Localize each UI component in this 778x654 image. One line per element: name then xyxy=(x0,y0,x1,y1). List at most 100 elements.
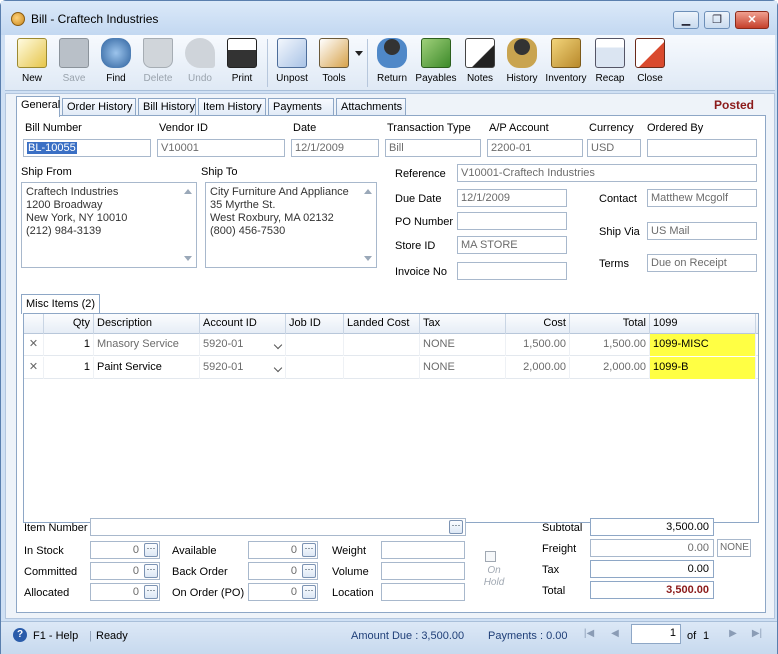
column-header-qty[interactable]: Qty xyxy=(44,314,94,334)
date-field[interactable]: 12/1/2009 xyxy=(291,139,379,157)
vendor-id-label: Vendor ID xyxy=(159,122,208,134)
total-cell[interactable]: 2,000.00 xyxy=(570,357,650,379)
ordered-by-label: Ordered By xyxy=(647,122,704,134)
tools-button[interactable]: Tools xyxy=(311,35,357,91)
column-header-description[interactable]: Description xyxy=(94,314,200,334)
item-number-field[interactable] xyxy=(90,518,466,536)
delete-row-icon[interactable]: ✕ xyxy=(24,357,44,379)
column-header-account-id[interactable]: Account ID xyxy=(200,314,286,334)
description-cell[interactable]: Mnasory Service xyxy=(94,334,200,356)
item-number-lookup-button[interactable]: ⋯ xyxy=(449,520,463,534)
help-icon[interactable]: ? xyxy=(13,628,27,642)
print-button[interactable]: Print xyxy=(219,35,265,91)
table-row[interactable]: ✕ 1 Paint Service 5920-01 NONE 2,000.00 … xyxy=(24,357,758,379)
available-label: Available xyxy=(172,545,217,557)
chevron-down-icon[interactable] xyxy=(273,363,283,373)
delete-row-icon[interactable]: ✕ xyxy=(24,334,44,356)
reference-field[interactable]: V10001-Craftech Industries xyxy=(457,164,757,182)
po-number-label: PO Number xyxy=(395,216,454,228)
ship-from-address[interactable]: Craftech Industries 1200 Broadway New Yo… xyxy=(21,182,197,268)
location-field[interactable] xyxy=(381,583,465,601)
misc-items-grid[interactable]: Qty Description Account ID Job ID Landed… xyxy=(23,313,759,523)
landed-cost-cell[interactable] xyxy=(344,357,420,379)
next-page-button[interactable]: ▶ xyxy=(725,625,741,643)
last-page-button[interactable]: ▶| xyxy=(749,625,765,643)
column-header-job-id[interactable]: Job ID xyxy=(286,314,344,334)
due-date-field[interactable]: 12/1/2009 xyxy=(457,189,567,207)
job-id-cell[interactable] xyxy=(286,334,344,356)
page-number-input[interactable]: 1 xyxy=(631,624,681,644)
ship-via-field[interactable]: US Mail xyxy=(647,222,757,240)
tab-general[interactable]: General xyxy=(16,96,60,117)
tax-cell[interactable]: NONE xyxy=(420,334,506,356)
maximize-button[interactable]: ❐ xyxy=(704,11,730,29)
volume-label: Volume xyxy=(332,566,369,578)
close-doc-button[interactable]: Close xyxy=(627,35,673,91)
ap-account-field[interactable]: 2200-01 xyxy=(487,139,583,157)
committed-lookup-button[interactable]: ⋯ xyxy=(144,564,158,578)
account-id-cell[interactable]: 5920-01 xyxy=(200,334,286,356)
job-id-cell[interactable] xyxy=(286,357,344,379)
in-stock-lookup-button[interactable]: ⋯ xyxy=(144,543,158,557)
column-header-landed-cost[interactable]: Landed Cost xyxy=(344,314,420,334)
cost-cell[interactable]: 2,000.00 xyxy=(506,357,570,379)
currency-field[interactable]: USD xyxy=(587,139,641,157)
invoice-no-field[interactable] xyxy=(457,262,567,280)
window-title: Bill - Craftech Industries xyxy=(31,12,159,26)
store-id-label: Store ID xyxy=(395,240,436,252)
tab-misc-items[interactable]: Misc Items (2) xyxy=(21,294,101,314)
previous-page-button[interactable]: ◀ xyxy=(607,625,623,643)
freight-tax-field[interactable]: NONE xyxy=(717,539,751,557)
transaction-type-field[interactable]: Bill xyxy=(385,139,481,157)
back-order-lookup-button[interactable]: ⋯ xyxy=(302,564,316,578)
tab-bill-history[interactable]: Bill History xyxy=(138,98,196,116)
minimize-button[interactable]: ▁ xyxy=(673,11,699,29)
ap-account-label: A/P Account xyxy=(489,122,549,134)
bill-number-field[interactable]: BL-10055 xyxy=(23,139,151,157)
tab-payments[interactable]: Payments xyxy=(268,98,334,116)
po-number-field[interactable] xyxy=(457,212,567,230)
currency-label: Currency xyxy=(589,122,634,134)
return-icon xyxy=(377,38,407,68)
vendor-id-field[interactable]: V10001 xyxy=(157,139,285,157)
column-header-total[interactable]: Total xyxy=(570,314,650,334)
tab-order-history[interactable]: Order History xyxy=(62,98,136,116)
volume-field[interactable] xyxy=(381,562,465,580)
back-order-label: Back Order xyxy=(172,566,228,578)
table-row[interactable]: ✕ 1 Mnasory Service 5920-01 NONE 1,500.0… xyxy=(24,334,758,356)
tab-item-history[interactable]: Item History xyxy=(198,98,266,116)
total-cell[interactable]: 1,500.00 xyxy=(570,334,650,356)
landed-cost-cell[interactable] xyxy=(344,334,420,356)
1099-cell[interactable]: 1099-MISC xyxy=(650,334,756,356)
terms-field[interactable]: Due on Receipt xyxy=(647,254,757,272)
column-header-cost[interactable]: Cost xyxy=(506,314,570,334)
scroll-down-icon xyxy=(184,256,192,261)
close-window-button[interactable]: ✕ xyxy=(735,11,769,29)
description-cell[interactable]: Paint Service xyxy=(94,357,200,379)
tab-attachments[interactable]: Attachments xyxy=(336,98,406,116)
ship-to-address[interactable]: City Furniture And Appliance 35 Myrthe S… xyxy=(205,182,377,268)
ordered-by-field[interactable] xyxy=(647,139,757,157)
contact-field[interactable]: Matthew Mcgolf xyxy=(647,189,757,207)
ship-to-scrollbar[interactable] xyxy=(362,185,374,265)
weight-field[interactable] xyxy=(381,541,465,559)
first-page-button[interactable]: |◀ xyxy=(581,625,597,643)
column-header-delete xyxy=(24,314,44,334)
on-hold-checkbox[interactable] xyxy=(485,551,496,562)
column-header-1099[interactable]: 1099 xyxy=(650,314,756,334)
account-id-cell[interactable]: 5920-01 xyxy=(200,357,286,379)
tax-cell[interactable]: NONE xyxy=(420,357,506,379)
help-link[interactable]: F1 - Help xyxy=(33,630,78,642)
available-lookup-button[interactable]: ⋯ xyxy=(302,543,316,557)
1099-cell[interactable]: 1099-B xyxy=(650,357,756,379)
qty-cell[interactable]: 1 xyxy=(44,357,94,379)
ship-from-scrollbar[interactable] xyxy=(182,185,194,265)
column-header-tax[interactable]: Tax xyxy=(420,314,506,334)
cost-cell[interactable]: 1,500.00 xyxy=(506,334,570,356)
store-id-field[interactable]: MA STORE xyxy=(457,236,567,254)
freight-field[interactable]: 0.00 xyxy=(590,539,714,557)
on-order-lookup-button[interactable]: ⋯ xyxy=(302,585,316,599)
qty-cell[interactable]: 1 xyxy=(44,334,94,356)
allocated-lookup-button[interactable]: ⋯ xyxy=(144,585,158,599)
chevron-down-icon[interactable] xyxy=(273,340,283,350)
